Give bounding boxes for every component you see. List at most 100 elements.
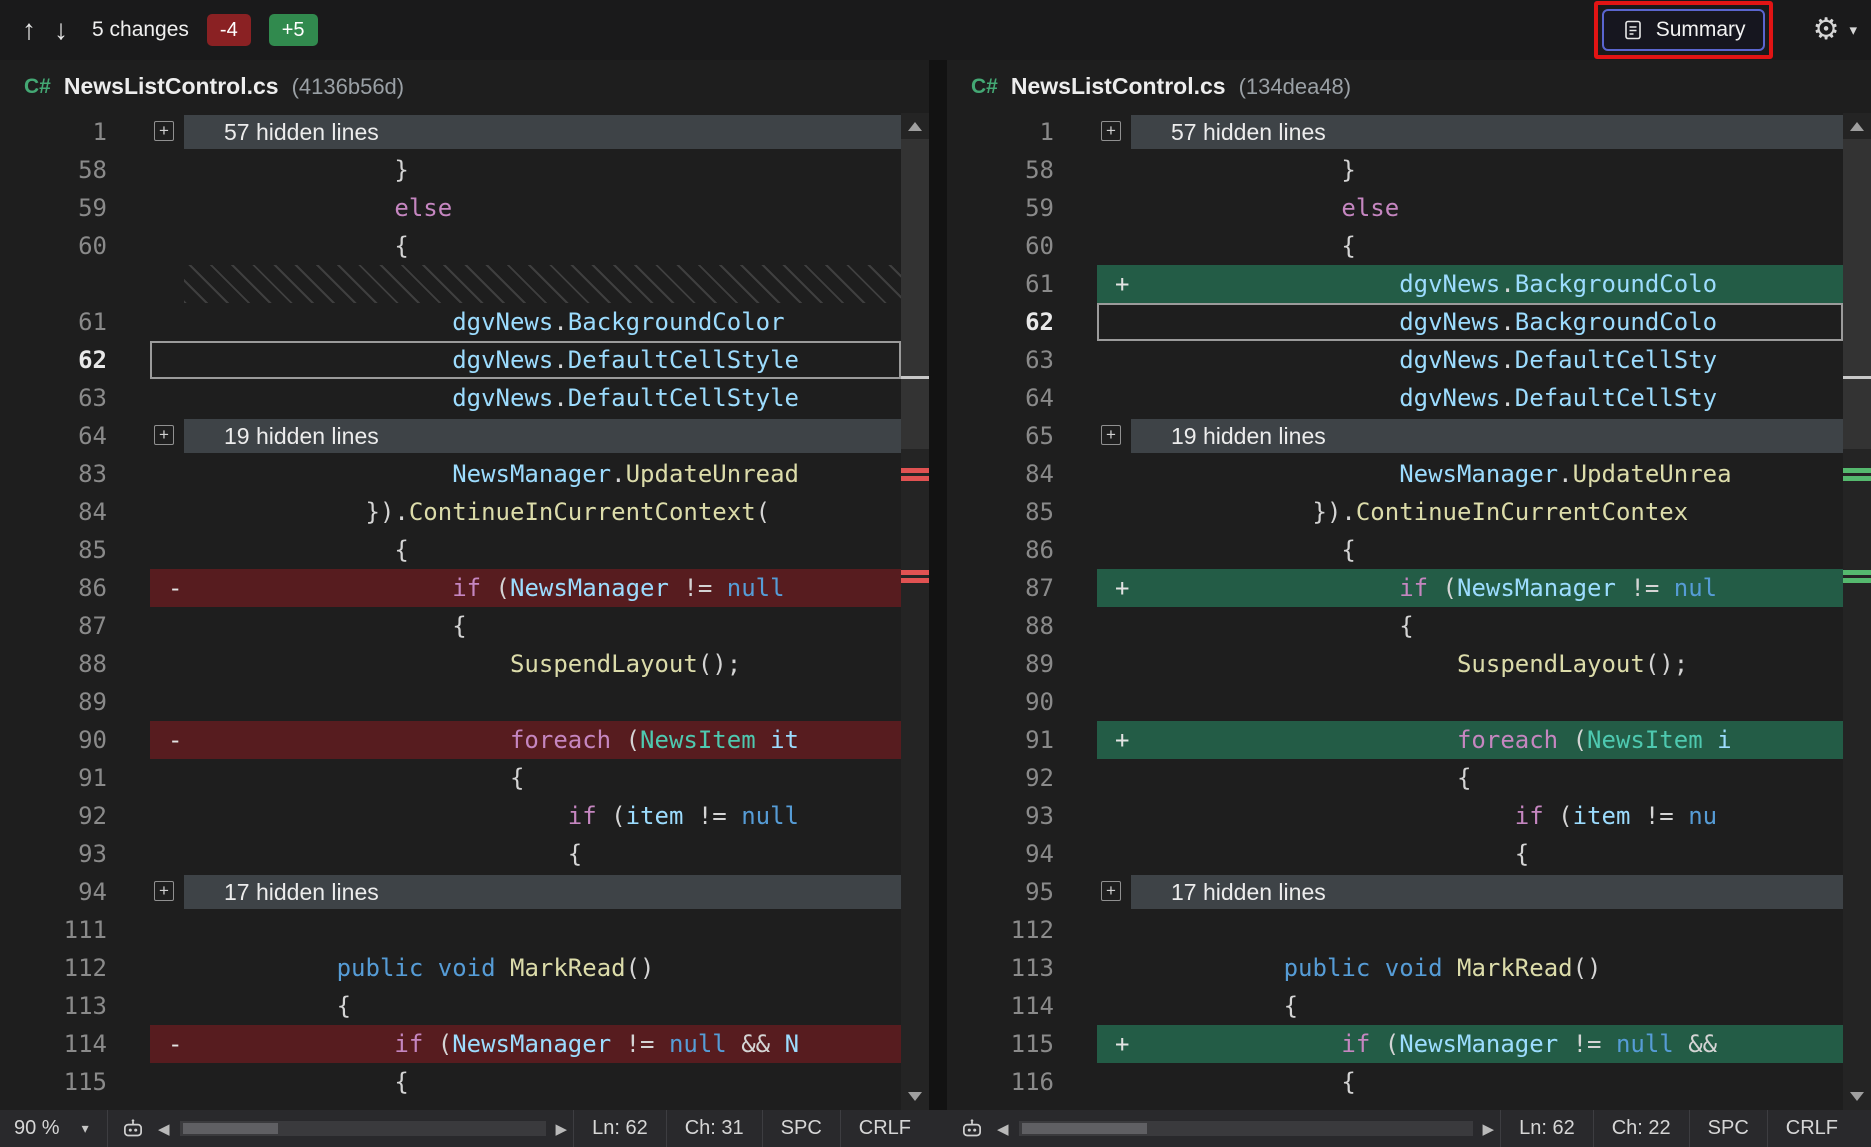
fold-row[interactable]: 64+19 hidden lines (0, 417, 901, 455)
right-editor[interactable]: 1+57 hidden lines58 }59 else60 {61+ dgvN… (947, 113, 1843, 1110)
code-line[interactable]: 62 dgvNews.DefaultCellStyle (0, 341, 901, 379)
code-line[interactable]: 112 public void MarkRead() (0, 949, 901, 987)
code-line[interactable]: 86 { (947, 531, 1843, 569)
code-line[interactable]: 88 { (947, 607, 1843, 645)
expand-fold-icon[interactable]: + (1101, 881, 1121, 901)
code-line[interactable]: 112 (947, 911, 1843, 949)
expand-fold-icon[interactable]: + (1101, 121, 1121, 141)
line-content: dgvNews.DefaultCellStyle (150, 379, 901, 417)
code-token: }). (1313, 498, 1356, 526)
line-content: public void MarkRead() (1097, 949, 1843, 987)
code-line[interactable]: 90- foreach (NewsItem it (0, 721, 901, 759)
code-line[interactable]: 85 }).ContinueInCurrentContex (947, 493, 1843, 531)
left-editor[interactable]: 1+57 hidden lines58 }59 else60 { 61 dgvNe… (0, 113, 901, 1110)
editor-area: C# NewsListControl.cs (4136b56d) 1+57 hi… (0, 60, 1871, 1110)
next-change-button[interactable]: ↓ (54, 16, 68, 44)
code-line[interactable]: 90 (947, 683, 1843, 721)
hidden-lines-bar[interactable]: 57 hidden lines (184, 115, 901, 149)
expand-fold-icon[interactable]: + (154, 121, 174, 141)
scroll-right-button[interactable]: ▶ (1483, 1120, 1495, 1138)
summary-button[interactable]: Summary (1602, 9, 1765, 51)
settings-dropdown-caret[interactable]: ▾ (1849, 21, 1857, 39)
code-line[interactable]: 114 { (947, 987, 1843, 1025)
code-line[interactable]: 92 { (947, 759, 1843, 797)
code-line[interactable]: 63 dgvNews.DefaultCellStyle (0, 379, 901, 417)
left-horizontal-scrollbar-thumb[interactable] (183, 1123, 278, 1134)
code-line[interactable]: 92 if (item != null (0, 797, 901, 835)
code-line[interactable]: 86- if (NewsManager != null (0, 569, 901, 607)
fold-row[interactable]: 65+19 hidden lines (947, 417, 1843, 455)
hidden-lines-bar[interactable]: 57 hidden lines (1131, 115, 1843, 149)
code-line[interactable]: 91+ foreach (NewsItem i (947, 721, 1843, 759)
code-line[interactable]: 115+ if (NewsManager != null && (947, 1025, 1843, 1063)
right-horizontal-scrollbar[interactable] (1019, 1121, 1473, 1136)
line-number: 90 (947, 683, 1097, 721)
expand-fold-icon[interactable]: + (154, 881, 174, 901)
code-line[interactable]: 64 dgvNews.DefaultCellSty (947, 379, 1843, 417)
code-line[interactable]: 58 } (0, 151, 901, 189)
code-line[interactable]: 59 else (947, 189, 1843, 227)
zoom-select[interactable]: 90 % ▾ (0, 1110, 108, 1147)
hidden-lines-bar[interactable]: 19 hidden lines (184, 419, 901, 453)
code-line[interactable]: 94 { (947, 835, 1843, 873)
code-line[interactable]: 60 { (0, 227, 901, 265)
scrollbar-thumb[interactable] (1843, 139, 1871, 449)
code-line[interactable]: 61+ dgvNews.BackgroundColo (947, 265, 1843, 303)
right-vertical-scrollbar[interactable] (1843, 113, 1871, 1110)
scroll-down-button[interactable] (908, 1092, 922, 1101)
previous-change-button[interactable]: ↑ (22, 16, 36, 44)
fold-row[interactable]: 95+17 hidden lines (947, 873, 1843, 911)
expand-fold-icon[interactable]: + (154, 425, 174, 445)
left-vertical-scrollbar[interactable] (901, 113, 929, 1110)
code-line[interactable]: 84 }).ContinueInCurrentContext( (0, 493, 901, 531)
code-line[interactable]: 93 if (item != nu (947, 797, 1843, 835)
code-line[interactable]: 84 NewsManager.UpdateUnrea (947, 455, 1843, 493)
code-line[interactable]: 115 { (0, 1063, 901, 1101)
code-line[interactable]: 116 { (947, 1063, 1843, 1101)
scroll-left-button[interactable]: ◀ (158, 1120, 170, 1138)
code-token: null (727, 574, 785, 602)
code-line[interactable]: 85 { (0, 531, 901, 569)
scrollbar-thumb[interactable] (901, 139, 929, 449)
code-line[interactable]: 91 { (0, 759, 901, 797)
hidden-lines-bar[interactable]: 17 hidden lines (1131, 875, 1843, 909)
left-horizontal-scrollbar[interactable] (180, 1121, 546, 1136)
code-text: if (item != nu (1168, 797, 1717, 835)
code-line[interactable]: 114- if (NewsManager != null && N (0, 1025, 901, 1063)
code-line[interactable]: 113 { (0, 987, 901, 1025)
code-line[interactable]: 62 dgvNews.BackgroundColo (947, 303, 1843, 341)
scroll-right-button[interactable]: ▶ (556, 1120, 568, 1138)
code-line[interactable]: 59 else (0, 189, 901, 227)
code-line[interactable]: 63 dgvNews.DefaultCellSty (947, 341, 1843, 379)
line-number: 62 (0, 341, 150, 379)
fold-row[interactable]: 1+57 hidden lines (0, 113, 901, 151)
code-line[interactable]: 89 SuspendLayout(); (947, 645, 1843, 683)
code-line[interactable]: 58 } (947, 151, 1843, 189)
scroll-down-button[interactable] (1850, 1092, 1864, 1101)
hidden-lines-bar[interactable]: 19 hidden lines (1131, 419, 1843, 453)
fold-row[interactable]: 1+57 hidden lines (947, 113, 1843, 151)
code-token: BackgroundColo (1515, 308, 1717, 336)
code-token: else (1341, 194, 1399, 222)
code-line[interactable]: 89 (0, 683, 901, 721)
code-line[interactable]: 93 { (0, 835, 901, 873)
code-line[interactable]: 60 { (947, 227, 1843, 265)
code-line[interactable]: 61 dgvNews.BackgroundColor (0, 303, 901, 341)
scroll-left-button[interactable]: ◀ (997, 1120, 1009, 1138)
code-line[interactable]: 83 NewsManager.UpdateUnread (0, 455, 901, 493)
code-line[interactable]: 87+ if (NewsManager != nul (947, 569, 1843, 607)
scroll-up-button[interactable] (908, 122, 922, 131)
code-line[interactable]: 113 public void MarkRead() (947, 949, 1843, 987)
code-line[interactable]: 87 { (0, 607, 901, 645)
settings-gear-icon[interactable]: ⚙ (1813, 15, 1840, 45)
copilot-icon[interactable] (120, 1116, 146, 1142)
code-line[interactable]: 88 SuspendLayout(); (0, 645, 901, 683)
hidden-lines-bar[interactable]: 17 hidden lines (184, 875, 901, 909)
fold-row[interactable]: 94+17 hidden lines (0, 873, 901, 911)
copilot-icon[interactable] (959, 1116, 985, 1142)
expand-fold-icon[interactable]: + (1101, 425, 1121, 445)
code-text: { (221, 987, 351, 1025)
code-line[interactable]: 111 (0, 911, 901, 949)
scroll-up-button[interactable] (1850, 122, 1864, 131)
right-horizontal-scrollbar-thumb[interactable] (1022, 1123, 1147, 1134)
